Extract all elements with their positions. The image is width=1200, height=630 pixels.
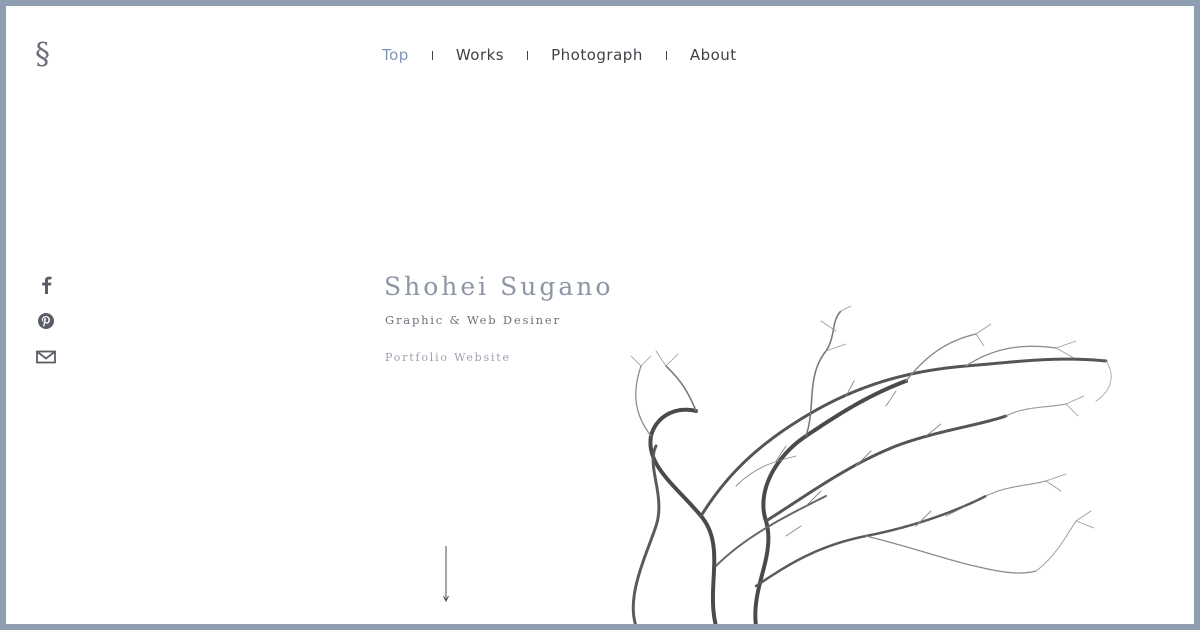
nav-divider [665,50,667,60]
hero-subtitle: Portfolio Website [385,351,511,364]
social-links [35,274,57,368]
mail-icon[interactable] [35,346,57,368]
nav-divider [527,50,529,60]
hero-name: Shohei Sugano [384,272,614,301]
nav-item-works[interactable]: Works [456,46,504,64]
nav-item-about[interactable]: About [690,46,737,64]
main-nav: Top Works Photograph About [382,46,737,64]
scroll-down-arrow-icon[interactable] [440,546,452,602]
nav-item-photograph[interactable]: Photograph [551,46,643,64]
facebook-icon[interactable] [35,274,57,296]
site-logo[interactable]: § [35,40,50,70]
hero-role: Graphic & Web Desiner [385,313,561,327]
nav-item-top[interactable]: Top [382,46,409,64]
page-frame: § Top Works Photograph About Shohei Suga… [6,6,1194,624]
tree-illustration [630,305,1112,624]
pinterest-icon[interactable] [35,310,57,332]
nav-divider [431,50,433,60]
